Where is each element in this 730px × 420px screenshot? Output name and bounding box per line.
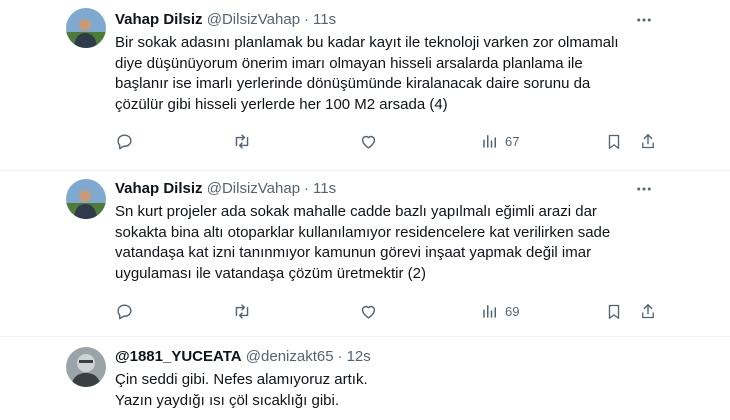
avatar[interactable] [66,8,106,48]
tweet-text: Çin seddi gibi. Nefes alamıyoruz artık. … [115,370,675,411]
tweet[interactable]: Vahap Dilsiz @DilsizVahap · 11s Sn kurt pr… [0,171,730,336]
like-button[interactable] [359,131,378,151]
reply-icon [117,303,132,319]
bookmark-icon [608,134,620,149]
share-icon [642,133,654,148]
author-name[interactable]: @1881_YUCEATA [115,348,242,365]
bookmark-icon [608,304,620,319]
tweet-text-line: Sn kurt projeler ada sokak mahalle cadde… [115,203,597,220]
tweet-text-line: Çin seddi gibi. Nefes alamıyoruz artık. [115,371,368,388]
tweet-text: Sn kurt projeler ada sokak mahalle cadde… [115,202,675,284]
views-button[interactable]: 69 [481,301,519,321]
tweet-actions: 67 [115,131,675,151]
tweet-text-line: çözülür gibi hisseli yerlerde her 100 M2… [115,95,448,113]
views-chart-icon [483,305,496,318]
more-horizontal-icon [637,18,651,22]
tweet-text-line: diye düşünüyorum önerim imarı olmayan hi… [115,54,583,72]
tweet-text-line: vatandaşa kat izni tanınmıyor kamunun gö… [115,244,592,261]
like-button[interactable] [359,301,378,321]
avatar[interactable] [66,179,106,219]
author-handle[interactable]: @DilsizVahap [207,180,300,197]
retweet-button[interactable] [232,131,252,151]
share-icon [642,303,654,318]
tweet-actions: 69 [115,301,675,321]
tweet-text: Bir sokak adasını planlamak bu kadar kay… [115,33,675,115]
author-handle[interactable]: @denizakt65 [246,348,334,365]
heart-icon [361,305,376,319]
bookmark-button[interactable] [605,301,623,321]
separator-dot: · [304,180,310,197]
share-button[interactable] [639,301,657,321]
author-name[interactable]: Vahap Dilsiz [115,180,203,197]
views-button[interactable]: 67 [481,131,519,151]
views-count: 67 [505,133,520,149]
tweet[interactable]: Vahap Dilsiz @DilsizVahap · 11s Bir sokak … [0,0,730,170]
views-count: 69 [505,303,520,319]
retweet-icon [235,133,249,149]
share-button[interactable] [639,131,657,151]
author-name[interactable]: Vahap Dilsiz [115,11,203,28]
more-options-button[interactable] [634,179,654,199]
author-handle[interactable]: @DilsizVahap [207,11,300,28]
retweet-button[interactable] [232,301,252,321]
tweet[interactable]: @1881_YUCEATA @denizakt65 · 12s Çin seddi … [0,337,730,420]
bookmark-button[interactable] [605,131,623,151]
tweet-text-line: sokakta bina altı otoparklar kullanılamı… [115,223,611,241]
separator-dot: · [337,348,343,365]
reply-icon [117,133,132,149]
timestamp[interactable]: 11s [313,180,336,197]
heart-icon [361,135,376,149]
tweet-text-line: başlanır ise imarlı yerlerinde dönüşümün… [115,75,591,92]
reply-button[interactable] [115,301,134,321]
tweet-text-line: Bir sokak adasını planlamak bu kadar kay… [115,34,619,51]
retweet-icon [235,303,249,319]
tweet-text-line: uygulaması ile vatandaşa çözüm üretmekti… [115,264,426,282]
tweet-text-line: Yazın yaydığı ısı çöl sıcaklığı gibi. [115,391,339,409]
reply-button[interactable] [115,131,134,151]
more-options-button[interactable] [634,10,654,30]
separator-dot: · [304,11,310,28]
avatar[interactable] [66,347,106,387]
views-chart-icon [483,135,496,148]
timestamp[interactable]: 12s [347,348,371,365]
timestamp[interactable]: 11s [313,11,336,28]
more-horizontal-icon [637,187,651,191]
